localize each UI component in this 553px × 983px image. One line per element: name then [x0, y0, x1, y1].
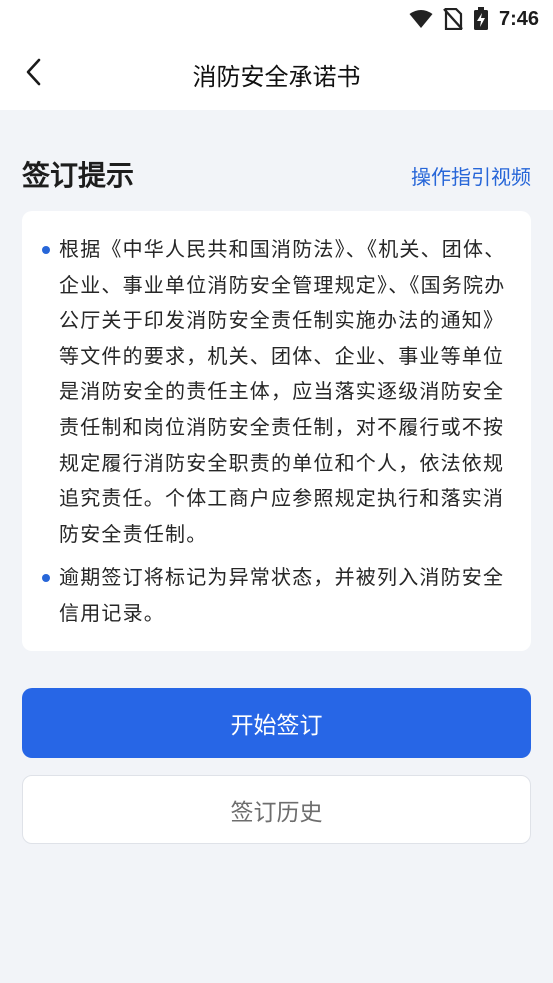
guide-video-link[interactable]: 操作指引视频 [411, 161, 531, 190]
chevron-left-icon [24, 57, 44, 91]
back-button[interactable] [14, 54, 54, 94]
page-title: 消防安全承诺书 [192, 62, 361, 91]
notice-item: 逾期签订将标记为异常状态，并被列入消防安全信用记录。 [42, 560, 509, 631]
bullet-dot-icon [42, 246, 50, 254]
wifi-icon [409, 9, 433, 29]
start-signing-button[interactable]: 开始签订 [22, 688, 531, 758]
notice-card: 根据《中华人民共和国消防法》、《机关、团体、企业、事业单位消防安全管理规定》、《… [22, 211, 531, 651]
battery-charging-icon [473, 7, 489, 31]
signing-history-button[interactable]: 签订历史 [22, 775, 531, 844]
app-header: 消防安全承诺书 [0, 38, 553, 110]
status-bar: 7:46 [0, 0, 553, 38]
bullet-dot-icon [42, 574, 50, 583]
no-sim-icon [443, 8, 463, 30]
notice-item: 根据《中华人民共和国消防法》、《机关、团体、企业、事业单位消防安全管理规定》、《… [42, 232, 509, 552]
section-title: 签订提示 [22, 159, 135, 192]
notice-text: 根据《中华人民共和国消防法》、《机关、团体、企业、事业单位消防安全管理规定》、《… [59, 237, 506, 546]
status-time: 7:46 [498, 7, 539, 30]
notice-text: 逾期签订将标记为异常状态，并被列入消防安全信用记录。 [59, 565, 505, 625]
